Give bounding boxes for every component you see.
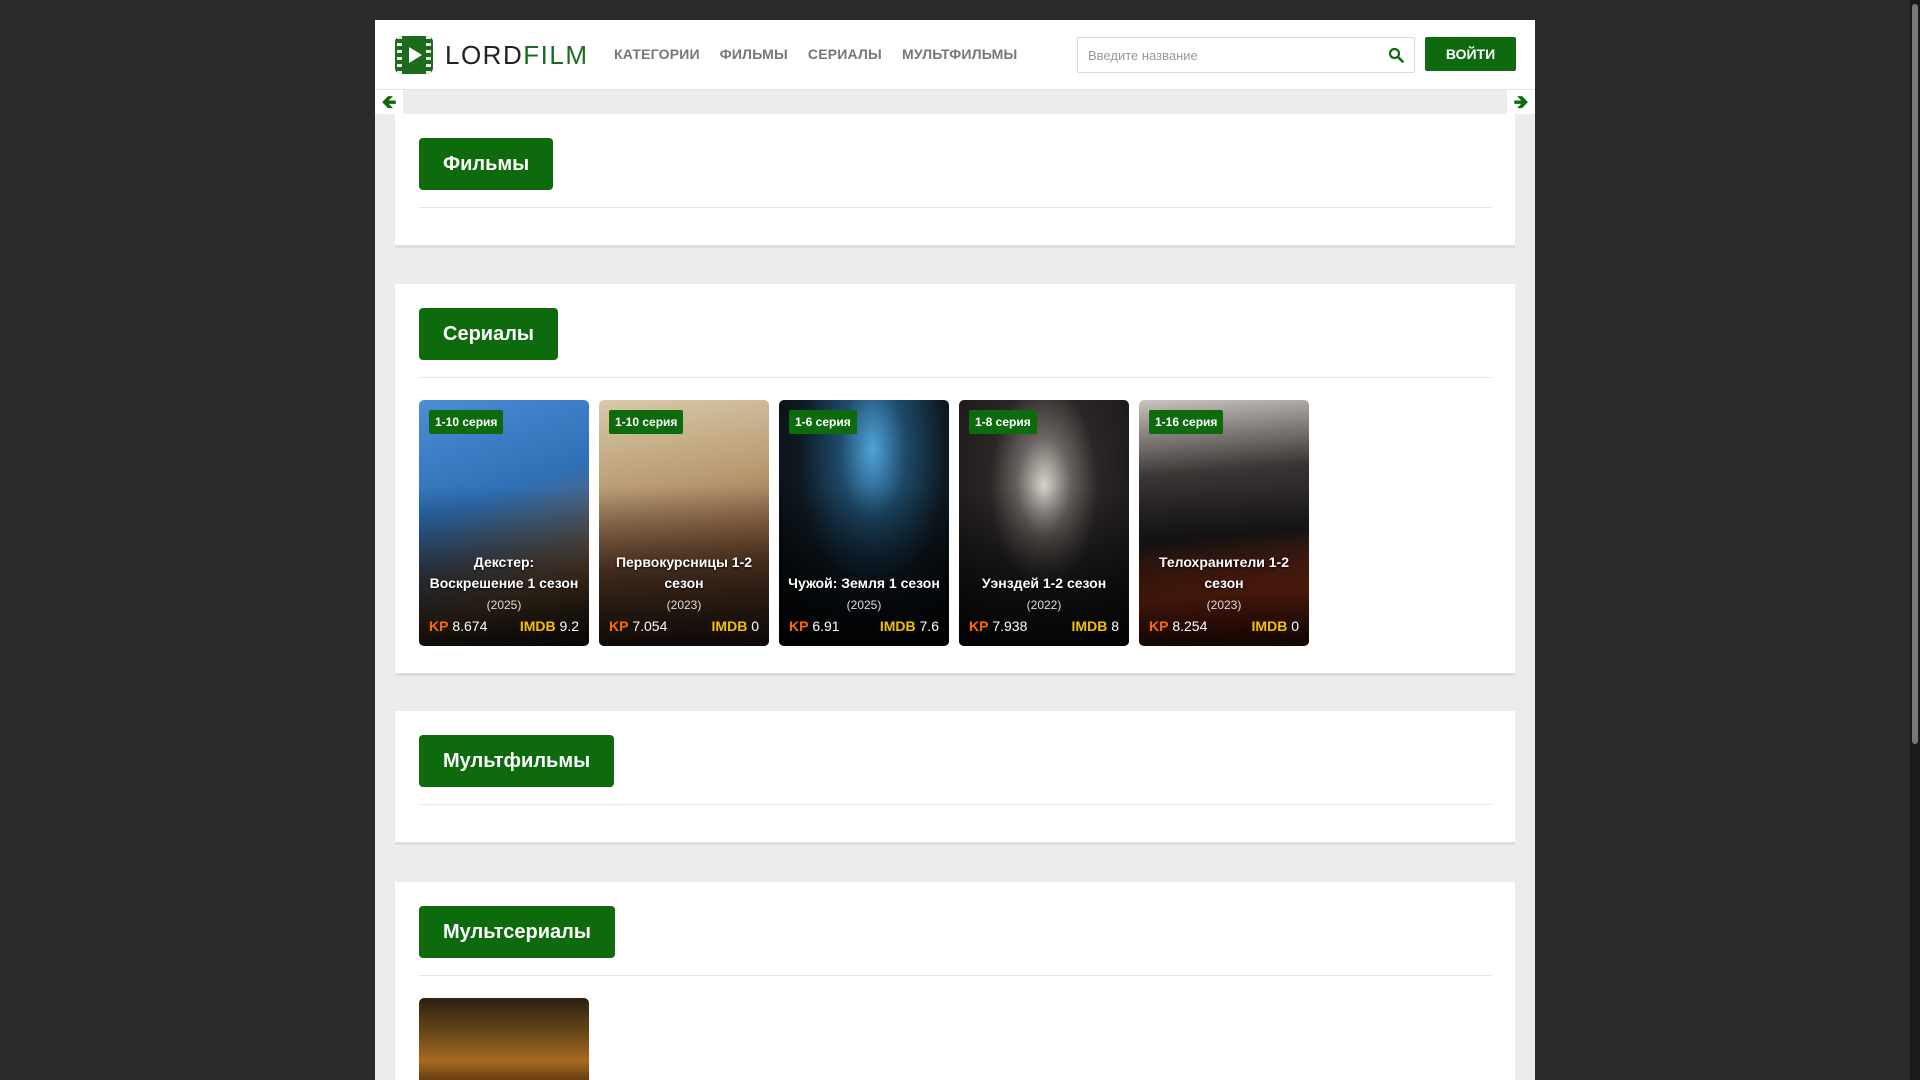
card-year: (2023): [1206, 598, 1242, 612]
animated-series-section: Мультсериалы: [395, 882, 1515, 1080]
kp-label: KP: [1149, 618, 1169, 634]
imdb-label: IMDB: [1251, 618, 1288, 634]
arrow-left-icon: 🡸: [381, 92, 397, 112]
kp-rating: 8.674: [452, 618, 488, 634]
kp-label: KP: [609, 618, 629, 634]
series-card[interactable]: 1-10 серия Декстер: Воскрешение 1 сезон …: [419, 400, 589, 646]
episode-badge: 1-10 серия: [609, 410, 684, 434]
animated-series-card[interactable]: [419, 998, 589, 1080]
series-card[interactable]: 1-10 серия Первокурсницы 1-2 сезон (2023…: [599, 400, 769, 646]
series-card[interactable]: 1-8 серия Уэнздей 1-2 сезон (2022) KP 7.…: [959, 400, 1129, 646]
card-title: Чужой: Земля 1 сезон: [788, 575, 940, 591]
section-divider: [419, 377, 1491, 378]
episode-badge: 1-16 серия: [1149, 410, 1224, 434]
section-title-cartoons[interactable]: Мультфильмы: [419, 735, 615, 787]
nav-series[interactable]: СЕРИАЛЫ: [808, 46, 882, 62]
imdb-rating: 7.6: [919, 618, 939, 634]
prev-arrow-button[interactable]: 🡸: [375, 90, 403, 114]
nav-cartoons[interactable]: МУЛЬТФИЛЬМЫ: [902, 46, 1017, 62]
episode-badge: 1-8 серия: [969, 410, 1037, 434]
card-ratings: KP 8.254 IMDB 0: [1149, 618, 1299, 634]
series-card[interactable]: 1-6 серия Чужой: Земля 1 сезон (2025) KP…: [779, 400, 949, 646]
imdb-label: IMDB: [879, 618, 916, 634]
card-ratings: KP 7.938 IMDB 8: [969, 618, 1119, 634]
series-card[interactable]: 1-16 серия Телохранители 1-2 сезон (2023…: [1139, 400, 1309, 646]
poster-image: [419, 998, 589, 1080]
section-title-animated-series[interactable]: Мультсериалы: [419, 906, 615, 958]
section-divider: [419, 975, 1491, 976]
kp-rating: 7.938: [992, 618, 1028, 634]
nav-categories[interactable]: КАТЕГОРИИ: [614, 46, 700, 62]
next-arrow-button[interactable]: 🡺: [1507, 90, 1535, 114]
episode-badge: 1-6 серия: [789, 410, 857, 434]
kp-label: KP: [429, 618, 449, 634]
section-title-films[interactable]: Фильмы: [419, 138, 554, 190]
film-play-icon: [395, 36, 433, 74]
card-title: Первокурсницы 1-2 сезон: [615, 554, 753, 591]
logo-text: LORDFILM: [445, 39, 589, 70]
kp-label: KP: [789, 618, 809, 634]
cartoons-section: Мультфильмы: [395, 711, 1515, 845]
search-box: [1077, 37, 1415, 73]
card-title: Уэнздей 1-2 сезон: [981, 575, 1107, 591]
episode-badge: 1-10 серия: [429, 410, 504, 434]
kp-label: KP: [969, 618, 989, 634]
site-header: LORDFILM КАТЕГОРИИ ФИЛЬМЫ СЕРИАЛЫ МУЛЬТФ…: [375, 20, 1535, 90]
imdb-rating: 9.2: [559, 618, 579, 634]
site-logo[interactable]: LORDFILM: [395, 36, 588, 74]
card-ratings: KP 8.674 IMDB 9.2: [429, 618, 579, 634]
card-title: Декстер: Воскрешение 1 сезон: [429, 554, 579, 591]
card-year: (2025): [486, 598, 522, 612]
section-divider: [419, 207, 1491, 208]
card-ratings: KP 6.91 IMDB 7.6: [789, 618, 939, 634]
card-year: (2025): [846, 598, 882, 612]
login-button[interactable]: ВОЙТИ: [1425, 37, 1516, 71]
kp-rating: 8.254: [1172, 618, 1208, 634]
imdb-label: IMDB: [1071, 618, 1108, 634]
imdb-rating: 0: [751, 618, 759, 634]
arrow-right-icon: 🡺: [1513, 92, 1529, 112]
search-icon[interactable]: [1388, 47, 1404, 63]
kp-rating: 6.91: [812, 618, 840, 634]
card-ratings: KP 7.054 IMDB 0: [609, 618, 759, 634]
main-nav: КАТЕГОРИИ ФИЛЬМЫ СЕРИАЛЫ МУЛЬТФИЛЬМЫ: [614, 46, 1017, 62]
section-divider: [419, 804, 1491, 805]
card-year: (2023): [666, 598, 702, 612]
imdb-label: IMDB: [711, 618, 748, 634]
films-section: Фильмы: [395, 114, 1515, 248]
imdb-label: IMDB: [519, 618, 556, 634]
series-section: Сериалы 1-10 серия Декстер: Воскрешение …: [395, 284, 1515, 676]
animated-series-card-list: [419, 998, 589, 1080]
page: LORDFILM КАТЕГОРИИ ФИЛЬМЫ СЕРИАЛЫ МУЛЬТФ…: [375, 20, 1535, 1080]
series-card-list: 1-10 серия Декстер: Воскрешение 1 сезон …: [419, 400, 1309, 646]
imdb-rating: 8: [1111, 618, 1119, 634]
scrollbar-thumb[interactable]: [1912, 4, 1918, 744]
kp-rating: 7.054: [632, 618, 668, 634]
nav-films[interactable]: ФИЛЬМЫ: [720, 46, 788, 62]
imdb-rating: 0: [1291, 618, 1299, 634]
card-title: Телохранители 1-2 сезон: [1158, 554, 1289, 591]
card-year: (2022): [1026, 598, 1062, 612]
page-scrollbar[interactable]: [1910, 0, 1920, 1080]
search-input[interactable]: [1078, 38, 1378, 72]
section-title-series[interactable]: Сериалы: [419, 308, 558, 360]
